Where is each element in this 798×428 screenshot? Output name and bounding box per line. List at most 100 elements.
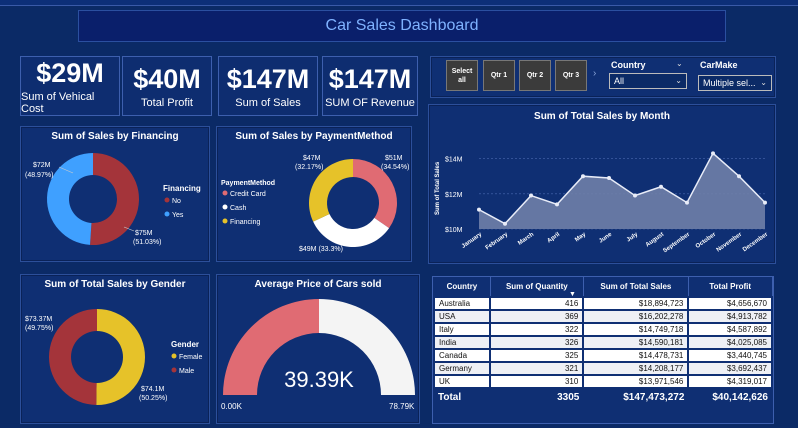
kpi-vehicle-cost: $29M Sum of Vehical Cost	[20, 56, 120, 116]
y-tick-label: $10M	[445, 227, 463, 234]
financing-yes-pct: (48.97%)	[25, 172, 53, 179]
kpi-sum-of-sales: $147M Sum of Sales	[218, 56, 318, 116]
qtr3-button[interactable]: Qtr 3	[555, 60, 587, 91]
gender-legend-male-swatch	[171, 367, 177, 373]
x-tick-label: April	[547, 232, 562, 245]
gauge-min: 0.00K	[221, 402, 243, 411]
financing-no-pct: (51.03%)	[133, 239, 161, 246]
select-all-button[interactable]: Select all	[446, 60, 478, 91]
country-value: All	[614, 76, 625, 86]
monthly-sales-ylabel: Sum of Total Sales	[435, 161, 441, 215]
gender-slice-female[interactable]	[96, 309, 145, 405]
table-row: India 326 $14,590,181 $4,025,085	[433, 335, 773, 350]
gender-legend-title: Gender	[171, 340, 199, 349]
cell-profit: $3,440,745	[687, 348, 773, 363]
y-tick-label: $14M	[445, 157, 463, 164]
cell-sales: $14,590,181	[582, 335, 690, 350]
table-row: Italy 322 $14,749,718 $4,587,892	[433, 322, 773, 337]
cell-country: India	[433, 335, 492, 350]
payment-legend-credit-swatch	[222, 190, 228, 196]
carmake-label: CarMake	[700, 60, 738, 70]
cell-country: Italy	[433, 322, 492, 337]
cell-profit: $4,913,782	[687, 309, 773, 324]
cell-sales: $14,478,731	[582, 348, 690, 363]
price-gauge: 39.39K 0.00K 78.79K	[221, 299, 415, 411]
kpi-label: Sum of Vehical Cost	[21, 90, 95, 115]
gender-slice-male[interactable]	[48, 309, 97, 405]
col-total-sales[interactable]: Sum of Total Sales	[583, 277, 689, 297]
data-point[interactable]	[685, 200, 689, 205]
cell-sales: $14,749,718	[582, 322, 690, 337]
data-point[interactable]	[659, 184, 663, 189]
col-country[interactable]: Country	[434, 277, 491, 297]
payment-legend-financing: Financing	[230, 219, 260, 226]
x-tick-label: November	[716, 231, 744, 253]
table-total-row: Total 3305 $147,473,272 $40,142,626	[434, 388, 772, 405]
financing-legend-title: Financing	[163, 184, 201, 193]
financing-slice-yes[interactable]	[47, 153, 93, 245]
kpi-value: $147M	[328, 63, 412, 94]
payment-label-a-pct: (32.17%)	[295, 164, 323, 171]
x-tick-label: July	[626, 231, 640, 243]
data-point[interactable]	[555, 202, 559, 207]
cell-sales: $18,894,723	[582, 296, 690, 311]
data-point[interactable]	[763, 200, 767, 205]
gender-donut: $73.37M (49.75%) $74.1M (50.25%) Gender …	[25, 309, 202, 405]
x-tick-label: March	[517, 232, 535, 247]
gender-label-a: $73.37M	[25, 316, 52, 323]
country-label: Country	[611, 60, 646, 70]
data-point[interactable]	[581, 174, 585, 179]
cell-profit: $4,025,085	[687, 335, 773, 350]
financing-slice-no[interactable]	[90, 153, 140, 245]
table-row: UK 310 $13,971,546 $4,319,017	[433, 374, 773, 389]
kpi-value: $29M	[36, 57, 104, 88]
carmake-value: Multiple sel...	[703, 78, 756, 88]
cell-profit: $4,587,892	[687, 322, 773, 337]
data-point[interactable]	[737, 174, 741, 179]
qtr2-button[interactable]: Qtr 2	[519, 60, 551, 91]
data-point[interactable]	[503, 221, 507, 226]
sort-desc-icon[interactable]: ▼	[569, 291, 576, 298]
total-profit: $40,142,626	[688, 388, 772, 405]
carmake-dropdown[interactable]: Multiple sel... ⌄	[698, 75, 772, 91]
financing-legend-yes: Yes	[172, 212, 184, 219]
gender-chart-panel: Sum of Total Sales by Gender $73.37M (49…	[20, 274, 210, 424]
cell-quantity: 322	[489, 322, 585, 337]
table-header-row: Country Sum of Quantity Sum of Total Sal…	[434, 277, 773, 297]
gender-label-b-pct: (50.25%)	[139, 395, 167, 402]
payment-donut: $47M (32.17%) $51M (34.54%) $49M (33.3%)…	[221, 155, 409, 253]
payment-label-c: $49M (33.3%)	[299, 246, 343, 253]
x-tick-label: February	[485, 231, 510, 251]
data-point[interactable]	[529, 193, 533, 198]
qtr1-button[interactable]: Qtr 1	[483, 60, 515, 91]
country-dropdown[interactable]: All ⌄	[609, 73, 687, 89]
table-row: Germany 321 $14,208,177 $3,692,437	[433, 361, 773, 376]
data-point[interactable]	[477, 207, 481, 212]
kpi-sum-of-revenue: $147M SUM OF Revenue	[322, 56, 418, 116]
total-label: Total	[434, 388, 491, 405]
cell-country: Canada	[433, 348, 492, 363]
top-strip	[0, 0, 798, 6]
cell-quantity: 326	[489, 335, 585, 350]
data-point[interactable]	[711, 151, 715, 156]
cell-sales: $13,971,546	[582, 374, 690, 389]
cell-quantity: 416	[489, 296, 585, 311]
payment-legend-cash-swatch	[222, 204, 228, 210]
kpi-total-profit: $40M Total Profit	[122, 56, 212, 116]
data-point[interactable]	[633, 193, 637, 198]
financing-legend-no: No	[172, 198, 181, 205]
data-point[interactable]	[607, 175, 611, 180]
dashboard-title: Car Sales Dashboard	[78, 10, 726, 42]
col-total-profit[interactable]: Total Profit	[688, 277, 773, 297]
table-row: Australia 416 $18,894,723 $4,656,670	[433, 296, 773, 311]
cell-profit: $4,656,670	[687, 296, 773, 311]
payment-legend-financing-swatch	[222, 218, 228, 224]
gauge-max: 78.79K	[389, 402, 415, 411]
total-sales: $147,473,272	[583, 388, 689, 405]
financing-legend-yes-swatch	[164, 211, 170, 217]
gender-legend-male: Male	[179, 368, 194, 375]
cell-country: UK	[433, 374, 492, 389]
payment-legend-title: PaymentMethod	[221, 180, 275, 187]
kpi-label: Total Profit	[141, 96, 193, 109]
country-table: Country Sum of Quantity Sum of Total Sal…	[432, 276, 774, 424]
